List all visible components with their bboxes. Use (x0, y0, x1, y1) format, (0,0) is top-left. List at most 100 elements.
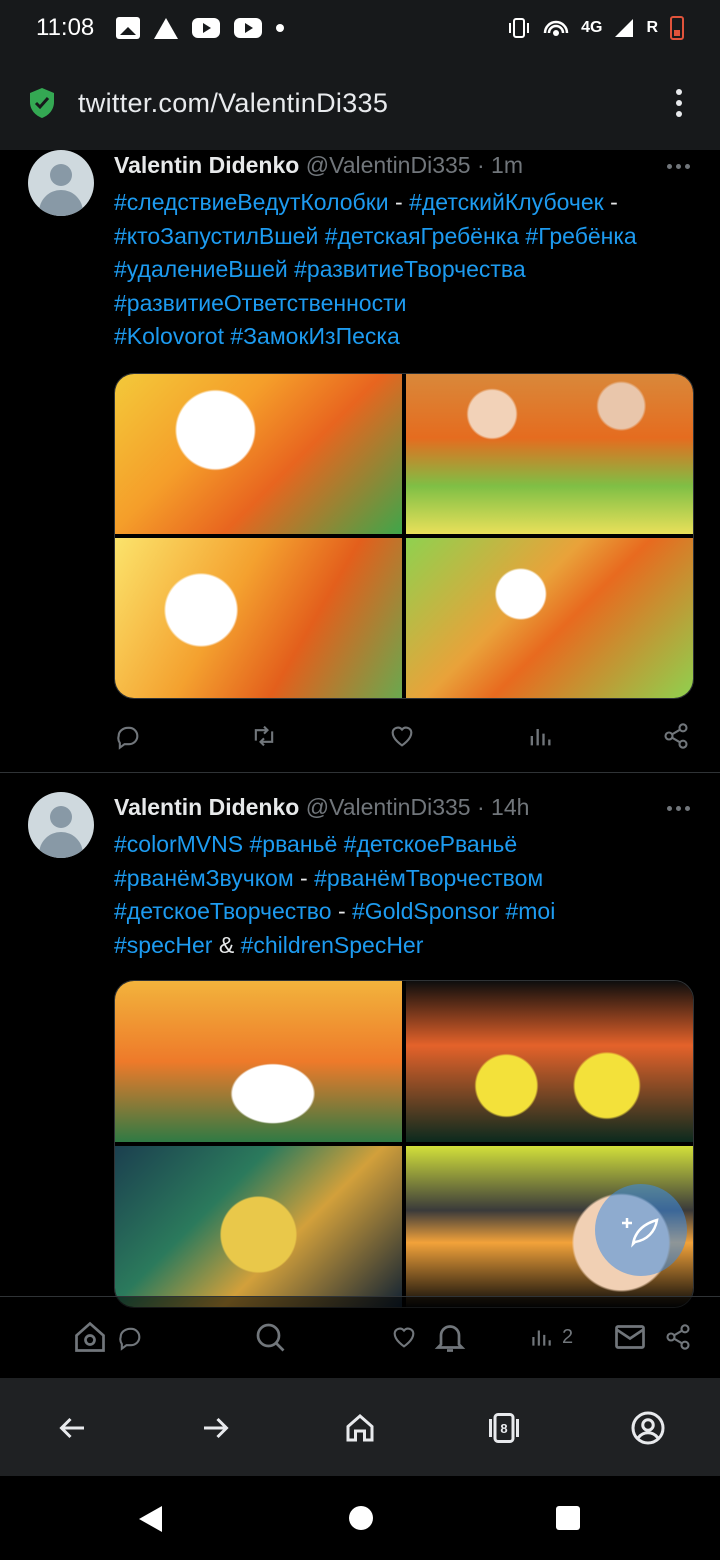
hashtag-link[interactable]: #детскоеТворчество (114, 898, 332, 924)
tweet-text: #colorMVNS #рваньё #детскоеРваньё #рванём… (114, 828, 694, 962)
author-name[interactable]: Valentin Didenko (114, 794, 299, 820)
tweet-time[interactable]: 14h (491, 794, 529, 820)
hashtag-link[interactable]: #детскаяГребёнка (325, 223, 519, 249)
home-button[interactable] (338, 1406, 382, 1450)
views-button[interactable] (526, 722, 554, 750)
tweet-text-line: #детскоеТворчество - #GoldSponsor #moi (114, 895, 694, 929)
browser-url-bar[interactable]: twitter.com/ValentinDi335 (0, 56, 720, 150)
messages-tab[interactable] (610, 1317, 650, 1357)
hashtag-link[interactable]: #следствиеВедутКолобки (114, 189, 389, 215)
hashtag-link[interactable]: #рванёмТворчеством (314, 865, 543, 891)
like-button[interactable] (388, 722, 416, 750)
tweet-media-grid[interactable] (114, 980, 694, 1308)
tweet-media-grid[interactable] (114, 373, 694, 699)
hashtag-link[interactable]: #развитиеТворчества (294, 256, 526, 282)
explore-tab[interactable] (250, 1317, 290, 1357)
browser-bottom-toolbar: 8 (0, 1378, 720, 1476)
hashtag-link[interactable]: #развитиеОтветственности (114, 290, 406, 316)
views-button[interactable]: 2 (528, 1317, 588, 1357)
heart-icon (391, 726, 413, 747)
hashtag-link[interactable]: #рваньё (250, 831, 338, 857)
views-count: 2 (562, 1325, 574, 1348)
hashtag-link[interactable]: #GoldSponsor (352, 898, 499, 924)
hashtag-link[interactable]: #moi (505, 898, 555, 924)
tweet-divider (0, 772, 720, 773)
system-navigation-bar (0, 1476, 720, 1560)
tweet-text-line: #рванёмЗвучком - #рванёмТворчеством (114, 862, 694, 896)
more-options-icon[interactable] (667, 806, 690, 811)
share-button[interactable] (658, 1317, 698, 1357)
avatar[interactable] (28, 792, 94, 858)
hashtag-link[interactable]: #детскийКлубочек (409, 189, 604, 215)
browser-menu-icon[interactable] (666, 83, 692, 123)
account-button[interactable] (626, 1406, 670, 1450)
forward-button[interactable] (194, 1406, 238, 1450)
tabs-button[interactable]: 8 (482, 1406, 526, 1450)
tweet-time[interactable]: 1m (491, 152, 523, 178)
hashtag-link[interactable]: #детскоеРваньё (344, 831, 518, 857)
timeline-feed[interactable]: Valentin Didenko @ValentinDi335 · 1m #сл… (0, 150, 720, 1378)
tweet-text-line: #Kolovorot #ЗамокИзПеска (114, 320, 694, 354)
reply-button[interactable] (114, 722, 142, 750)
bell-icon (434, 1325, 466, 1352)
compose-tweet-button[interactable] (595, 1184, 687, 1276)
secure-shield-icon[interactable] (28, 87, 56, 119)
retweet-button[interactable] (250, 722, 278, 750)
media-photo[interactable] (406, 1146, 693, 1307)
tweet-text-line: #развитиеОтветственности (114, 287, 694, 321)
tweet-header: Valentin Didenko @ValentinDi335 · 14h (114, 794, 529, 821)
reply-button[interactable] (110, 1317, 150, 1357)
youtube-icon-2 (234, 18, 263, 38)
tweet-text-line: #ктоЗапустилВшей #детскаяГребёнка #Гребё… (114, 220, 694, 254)
media-photo[interactable] (406, 538, 693, 698)
share-button[interactable] (662, 722, 690, 750)
home-tab[interactable] (70, 1317, 110, 1357)
more-notifications-dot-icon (276, 24, 285, 32)
media-photo[interactable] (115, 1146, 402, 1307)
notifications-tab[interactable] (430, 1317, 470, 1357)
heart-icon (393, 1327, 415, 1348)
hashtag-link[interactable]: #рванёмЗвучком (114, 865, 294, 891)
text-segment: - (388, 189, 410, 215)
roaming-indicator: R (646, 19, 658, 36)
back-triangle-icon[interactable] (136, 1504, 164, 1534)
hashtag-link[interactable]: #Гребёнка (525, 223, 636, 249)
signal-icon (615, 19, 634, 37)
recents-square-icon[interactable] (554, 1504, 582, 1532)
back-button[interactable] (50, 1406, 94, 1450)
bar-chart-icon (530, 729, 551, 746)
author-handle[interactable]: @ValentinDi335 (306, 152, 471, 178)
hashtag-link[interactable]: #ЗамокИзПеска (230, 323, 399, 349)
url-text[interactable]: twitter.com/ValentinDi335 (78, 88, 388, 119)
hashtag-link[interactable]: #удалениеВшей (114, 256, 288, 282)
tab-count: 8 (500, 1420, 508, 1436)
home-icon (75, 1321, 105, 1352)
avatar[interactable] (28, 150, 94, 216)
media-photo[interactable] (115, 981, 402, 1142)
vibrate-icon (509, 18, 530, 38)
text-segment: - (293, 864, 315, 891)
search-icon (256, 1323, 285, 1352)
author-handle[interactable]: @ValentinDi335 (306, 794, 471, 820)
home-circle-icon[interactable] (347, 1504, 375, 1532)
hashtag-link[interactable]: #childrenSpecHer (241, 932, 424, 958)
compose-feather-icon (622, 1218, 659, 1248)
hashtag-link[interactable]: #specHer (114, 932, 212, 958)
text-segment: - (603, 189, 618, 215)
tweet-text: #следствиеВедутКолобки - #детскийКлубоче… (114, 186, 694, 354)
like-button[interactable] (384, 1317, 424, 1357)
hashtag-link[interactable]: #ктоЗапустилВшей (114, 223, 318, 249)
media-photo[interactable] (406, 374, 693, 534)
home-icon (346, 1414, 374, 1442)
status-time: 11:08 (36, 14, 95, 41)
share-icon (666, 1324, 690, 1350)
author-name[interactable]: Valentin Didenko (114, 152, 299, 178)
media-photo[interactable] (115, 538, 402, 698)
more-options-icon[interactable] (667, 164, 690, 169)
hashtag-link[interactable]: #Kolovorot (114, 323, 224, 349)
hashtag-link[interactable]: #colorMVNS (114, 831, 243, 857)
media-photo[interactable] (115, 374, 402, 534)
media-photo[interactable] (406, 981, 693, 1142)
tweet-text-line: #colorMVNS #рваньё #детскоеРваньё (114, 828, 694, 862)
twitter-bottom-nav: 2 (0, 1296, 720, 1378)
